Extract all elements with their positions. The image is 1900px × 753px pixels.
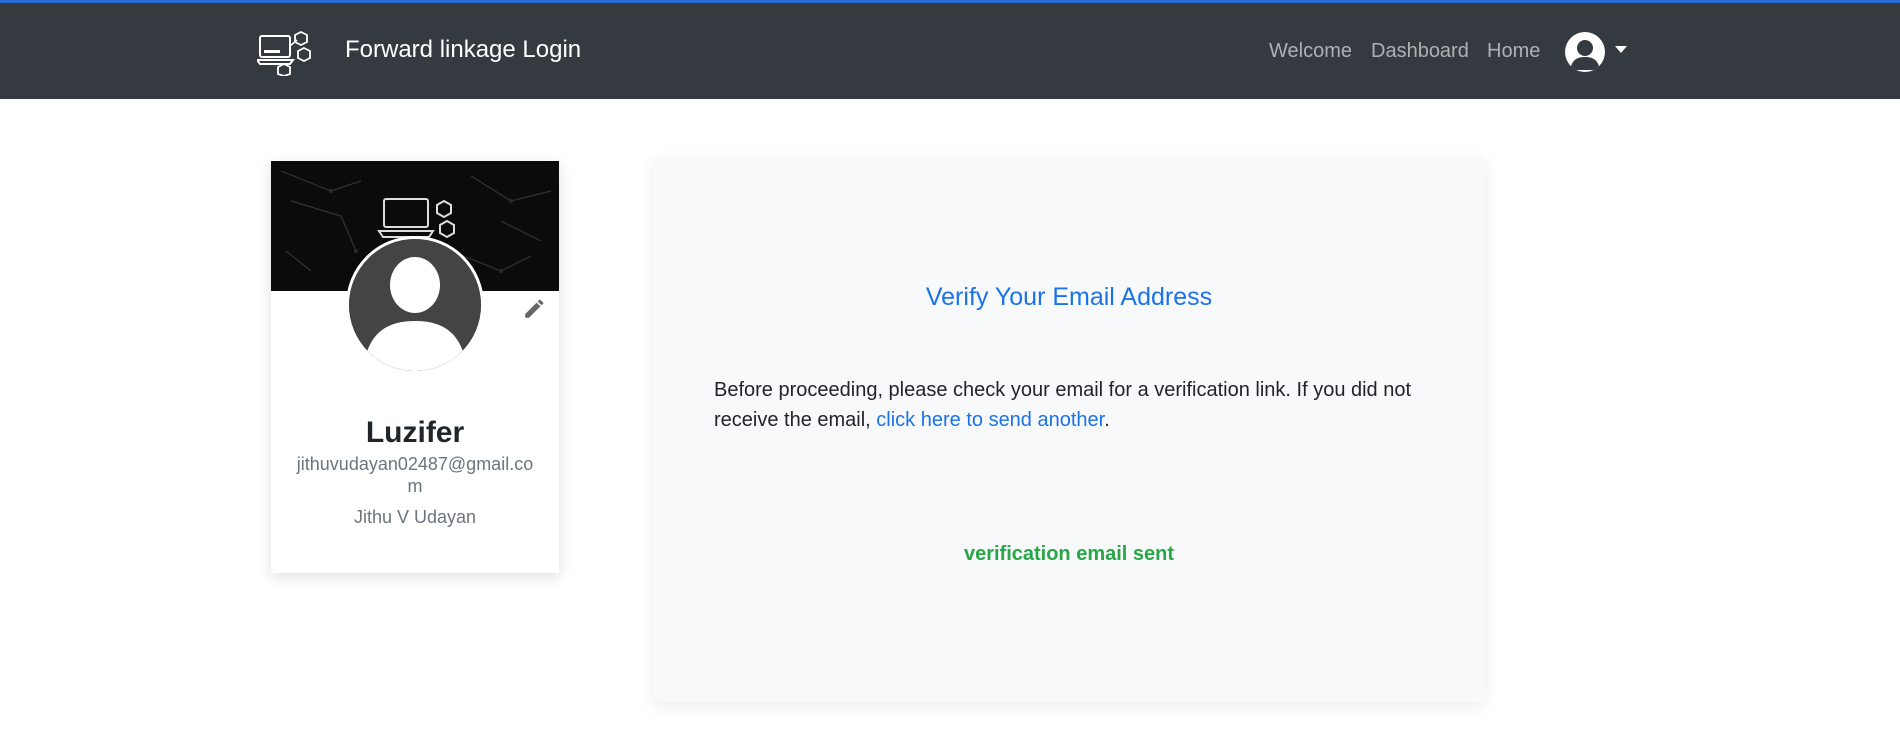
user-menu-button[interactable] xyxy=(1565,32,1628,76)
profile-name: Luzifer xyxy=(365,416,465,449)
user-avatar-icon xyxy=(1565,32,1605,72)
profile-email: jithuvudayan02487@gmail.com xyxy=(296,454,534,496)
pencil-edit-icon[interactable] xyxy=(522,295,548,321)
nav-link-home[interactable]: Home xyxy=(1487,40,1540,63)
nav-link-welcome[interactable]: Welcome xyxy=(1269,40,1352,63)
verify-email-title: Verify Your Email Address xyxy=(925,283,1213,311)
profile-card: Luzifer jithuvudayan02487@gmail.com Jith… xyxy=(271,161,559,573)
top-navbar: Forward linkage Login Welcome Dashboard … xyxy=(0,3,1900,99)
verify-email-card: Verify Your Email Address Before proceed… xyxy=(653,157,1485,702)
profile-avatar xyxy=(346,236,484,374)
verify-email-message: Before proceeding, please check your ema… xyxy=(714,375,1434,435)
brand-title[interactable]: Forward linkage Login xyxy=(345,36,581,64)
nav-link-dashboard[interactable]: Dashboard xyxy=(1371,40,1469,63)
chevron-down-icon xyxy=(1615,46,1627,53)
resend-verification-link[interactable]: click here to send another xyxy=(876,409,1104,431)
verify-text-after: . xyxy=(1104,409,1110,431)
laptop-network-logo-icon[interactable] xyxy=(255,30,317,77)
verification-status-message: verification email sent xyxy=(963,543,1175,565)
profile-full-name: Jithu V Udayan xyxy=(353,507,477,527)
